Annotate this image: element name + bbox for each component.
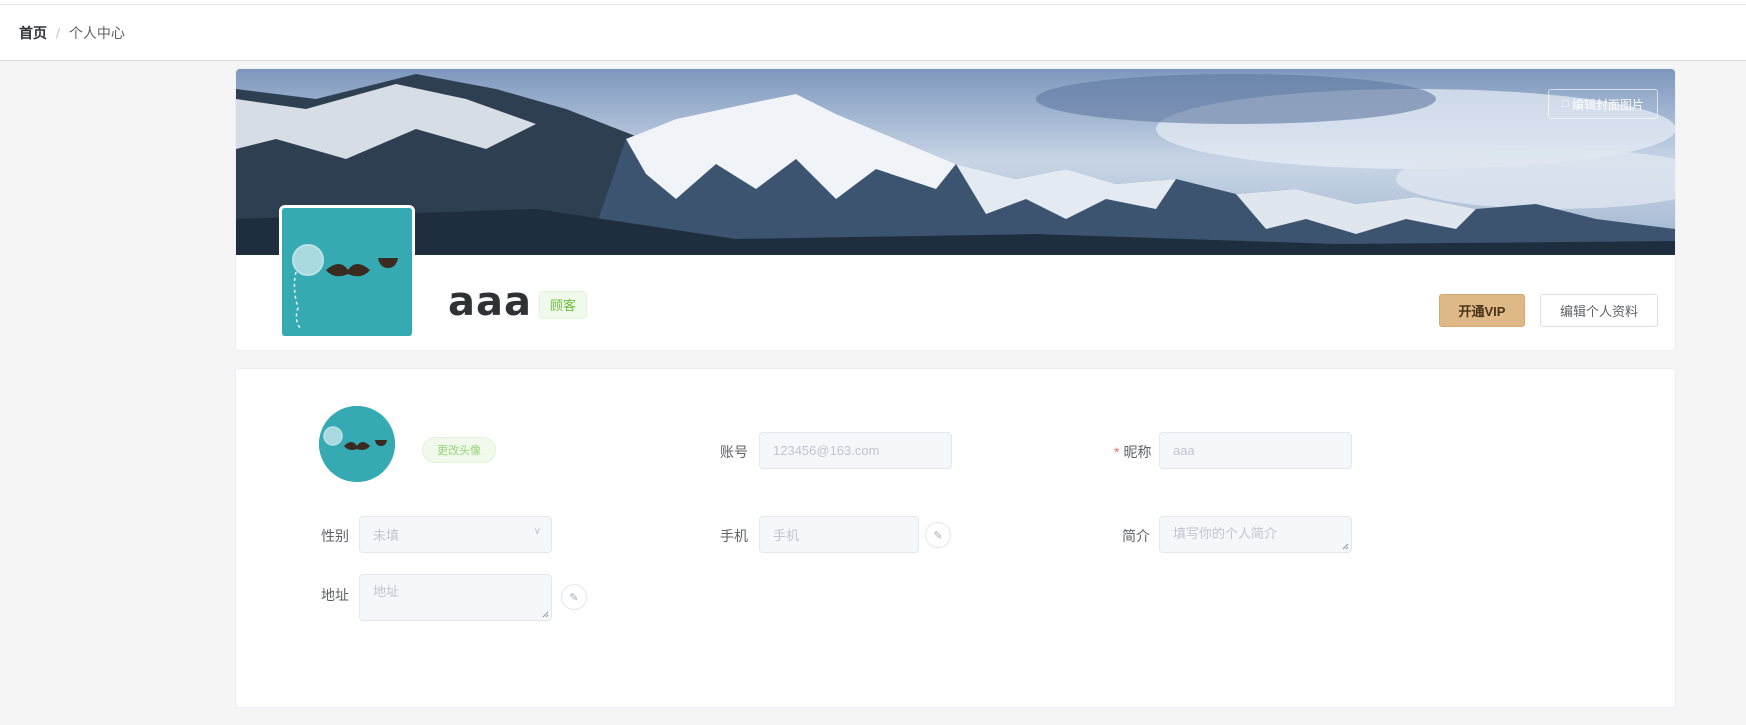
bio-placeholder: 填写你的个人简介: [1173, 526, 1278, 541]
mountain-cover-illustration: [236, 69, 1675, 255]
gender-value: 未填: [373, 528, 400, 543]
edit-pen-icon: ✎: [933, 529, 943, 542]
phone-label: 手机: [720, 528, 748, 544]
account-field[interactable]: 123456@163.com: [759, 432, 952, 469]
edit-cover-label: 编辑封面图片: [1571, 97, 1644, 112]
breadcrumb-separator: /: [56, 24, 60, 41]
edit-phone-button[interactable]: ✎: [925, 522, 951, 548]
edit-pen-icon: ✎: [569, 591, 579, 604]
chevron-down-icon: ∨: [533, 526, 541, 537]
bio-label: 简介: [1122, 528, 1150, 544]
resize-handle-icon[interactable]: [1342, 543, 1349, 550]
open-vip-button[interactable]: 开通VIP: [1439, 294, 1525, 327]
profile-header-card: □ 编辑封面图片 aaa 顾客 开通VIP 编辑个人资料: [235, 68, 1676, 351]
resize-handle-icon[interactable]: [542, 611, 549, 618]
gender-label: 性别: [321, 528, 349, 544]
account-value: 123456@163.com: [773, 443, 880, 458]
profile-form-card: 更改头像 账号 123456@163.com * 昵称 aaa 性别 未填 ∨ 手…: [235, 368, 1676, 708]
mustache-avatar-icon: [282, 208, 412, 336]
phone-field[interactable]: 手机: [759, 516, 919, 553]
change-avatar-button[interactable]: 更改头像: [422, 437, 496, 463]
avatar: [279, 205, 415, 339]
phone-placeholder: 手机: [773, 528, 800, 543]
nickname-field[interactable]: aaa: [1159, 432, 1352, 469]
edit-address-button[interactable]: ✎: [561, 584, 587, 610]
edit-cover-button[interactable]: □ 编辑封面图片: [1548, 89, 1658, 119]
avatar-preview: [319, 406, 395, 482]
mustache-avatar-icon: [319, 406, 395, 482]
role-tag: 顾客: [539, 291, 588, 319]
edit-profile-button[interactable]: 编辑个人资料: [1540, 294, 1658, 327]
username: aaa: [448, 279, 532, 325]
required-mark: *: [1114, 444, 1120, 460]
breadcrumb-home-link[interactable]: 首页: [19, 23, 47, 43]
gender-select[interactable]: 未填 ∨: [359, 516, 552, 553]
bio-textarea[interactable]: 填写你的个人简介: [1159, 516, 1352, 553]
cover-image: □ 编辑封面图片: [236, 69, 1675, 255]
address-textarea[interactable]: 地址: [359, 574, 552, 621]
address-placeholder: 地址: [373, 584, 400, 599]
breadcrumb: 首页 / 个人中心: [0, 5, 1746, 61]
nickname-label-text: 昵称: [1123, 444, 1152, 460]
nickname-value: aaa: [1173, 443, 1195, 458]
account-label: 账号: [720, 444, 748, 460]
address-label: 地址: [321, 587, 349, 603]
camera-icon: □: [1562, 98, 1569, 110]
nickname-label: * 昵称: [1114, 442, 1151, 462]
breadcrumb-current: 个人中心: [68, 24, 125, 41]
